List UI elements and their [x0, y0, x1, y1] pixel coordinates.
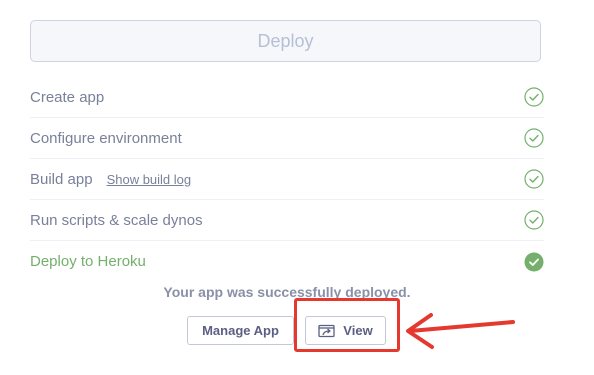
deploy-panel: Deploy Create app Configure environment …	[0, 0, 594, 375]
step-label: Create app	[30, 88, 105, 106]
step-label: Run scripts & scale dynos	[30, 211, 203, 229]
annotation-highlight-box	[294, 298, 400, 352]
deploy-steps-list: Create app Configure environment Build a…	[30, 77, 544, 282]
check-circle-filled-icon	[524, 252, 544, 271]
show-build-log-link[interactable]: Show build log	[107, 172, 192, 187]
check-circle-outline-icon	[524, 169, 544, 189]
step-deploy-to-heroku: Deploy to Heroku	[30, 241, 544, 282]
annotation-arrow-icon	[406, 313, 515, 349]
check-circle-outline-icon	[524, 210, 544, 230]
step-build-app: Build app Show build log	[30, 159, 544, 200]
manage-app-button[interactable]: Manage App	[187, 316, 294, 345]
step-configure-environment: Configure environment	[30, 118, 544, 159]
step-label: Deploy to Heroku	[30, 253, 146, 270]
check-circle-outline-icon	[524, 87, 544, 107]
manage-app-label: Manage App	[202, 323, 279, 338]
check-circle-outline-icon	[524, 128, 544, 148]
step-run-scripts: Run scripts & scale dynos	[30, 200, 544, 241]
step-label: Build app	[30, 170, 93, 188]
deploy-success-message: Your app was successfully deployed.	[163, 284, 411, 300]
deploy-button[interactable]: Deploy	[30, 20, 541, 62]
step-create-app: Create app	[30, 77, 544, 118]
step-label: Configure environment	[30, 129, 182, 147]
